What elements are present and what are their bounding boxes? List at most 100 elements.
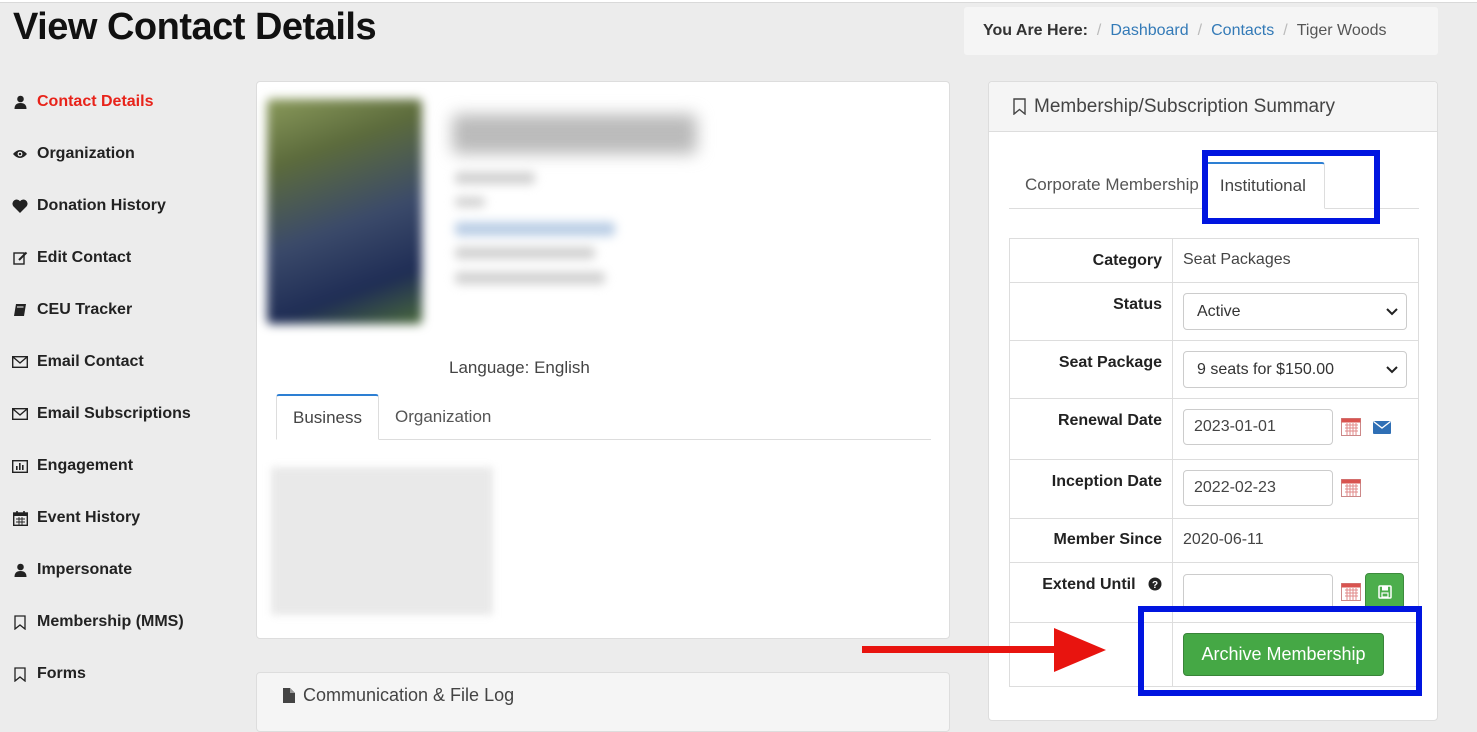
user-icon [12, 94, 28, 110]
redacted-text [455, 197, 485, 207]
sidebar-item-contact-details[interactable]: Contact Details [12, 76, 242, 128]
tab-institutional[interactable]: Institutional [1202, 162, 1325, 209]
sidebar-item-engagement[interactable]: Engagement [12, 440, 242, 492]
sidebar-item-label: Email Contact [37, 353, 144, 370]
svg-text:?: ? [1152, 580, 1158, 591]
tab-business[interactable]: Business [276, 394, 379, 440]
breadcrumb: You Are Here: / Dashboard / Contacts / T… [964, 7, 1438, 55]
redacted-text [455, 247, 595, 259]
breadcrumb-dashboard-link[interactable]: Dashboard [1110, 22, 1188, 40]
sidebar-item-impersonate[interactable]: Impersonate [12, 544, 242, 596]
sidebar-item-label: CEU Tracker [37, 301, 133, 318]
sidebar-item-label: Forms [37, 665, 86, 682]
sidebar-item-label: Donation History [37, 197, 166, 214]
redacted-email [455, 222, 615, 236]
sidebar-item-edit-contact[interactable]: Edit Contact [12, 232, 242, 284]
extend-until-cell: Extend Until ? [1009, 562, 1173, 623]
book-icon [12, 302, 28, 318]
seat-package-select[interactable]: 9 seats for $150.00 [1183, 351, 1407, 388]
sidebar-item-label: Email Subscriptions [37, 405, 191, 422]
save-button[interactable] [1365, 573, 1404, 610]
extend-until-label: Extend Until [1042, 576, 1136, 593]
category-label: Category [1009, 238, 1173, 283]
sidebar-item-label: Contact Details [37, 93, 154, 110]
seat-package-selected-value: 9 seats for $150.00 [1197, 360, 1334, 378]
category-value: Seat Packages [1172, 238, 1419, 283]
redacted-text [455, 172, 535, 184]
breadcrumb-separator: / [1096, 22, 1102, 39]
user-icon [12, 562, 28, 578]
sidebar-item-membership-mms[interactable]: Membership (MMS) [12, 596, 242, 648]
inception-date-input[interactable] [1183, 470, 1333, 506]
status-selected-value: Active [1197, 302, 1241, 320]
file-icon [283, 688, 295, 703]
sidebar-item-label: Engagement [37, 457, 134, 474]
sidebar-item-label: Membership (MMS) [37, 613, 184, 630]
bookmark-icon [12, 666, 28, 682]
breadcrumb-label: You Are Here: [983, 22, 1088, 39]
seat-package-label: Seat Package [1009, 340, 1173, 399]
tab-corporate-membership[interactable]: Corporate Membership [1009, 162, 1203, 208]
envelope-icon [12, 354, 28, 370]
sidebar-item-label: Impersonate [37, 561, 133, 578]
breadcrumb-contacts-link[interactable]: Contacts [1211, 22, 1274, 40]
summary-header: Membership/Subscription Summary [989, 82, 1437, 132]
sidebar-item-event-history[interactable]: Event History [12, 492, 242, 544]
sidebar-item-organization[interactable]: Organization [12, 128, 242, 180]
top-border [0, 0, 1477, 3]
extend-until-input[interactable] [1183, 573, 1333, 610]
contact-panel: Language: English Business Organization [256, 81, 950, 639]
redacted-text [455, 272, 605, 284]
help-icon[interactable]: ? [1148, 577, 1162, 591]
sidebar-item-ceu-tracker[interactable]: CEU Tracker [12, 284, 242, 336]
sidebar-item-label: Edit Contact [37, 249, 132, 266]
contact-photo [267, 99, 422, 324]
calendar-icon [12, 510, 28, 526]
sidebar-item-email-contact[interactable]: Email Contact [12, 336, 242, 388]
redacted-address [271, 467, 493, 615]
breadcrumb-separator: / [1197, 22, 1203, 39]
inception-date-label: Inception Date [1009, 459, 1173, 519]
membership-tabs: Corporate Membership Institutional [1009, 162, 1419, 209]
sidebar-item-forms[interactable]: Forms [12, 648, 242, 700]
bookmark-icon [1013, 98, 1026, 115]
panel-title: Communication & File Log [283, 685, 514, 706]
status-label: Status [1009, 282, 1173, 341]
archive-membership-button[interactable]: Archive Membership [1183, 633, 1384, 676]
membership-details-table: Category Seat Packages Status Active Sea… [1009, 238, 1419, 687]
envelope-icon[interactable] [1373, 420, 1391, 434]
communication-title: Communication & File Log [303, 685, 515, 705]
sidebar: Contact Details Organization Donation Hi… [12, 76, 242, 700]
calendar-icon[interactable] [1341, 418, 1361, 436]
tab-organization[interactable]: Organization [379, 394, 507, 439]
heart-icon [12, 198, 28, 214]
status-select[interactable]: Active [1183, 293, 1407, 330]
chevron-down-icon [1386, 303, 1398, 321]
sidebar-item-label: Event History [37, 509, 141, 526]
annotation-arrow-shaft [862, 646, 1062, 653]
communication-file-log-panel: Communication & File Log [256, 672, 950, 732]
eye-icon [12, 146, 28, 162]
member-since-label: Member Since [1009, 518, 1173, 563]
sidebar-item-label: Organization [37, 145, 135, 162]
calendar-icon[interactable] [1341, 479, 1361, 497]
envelope-icon [12, 406, 28, 422]
calendar-icon[interactable] [1341, 582, 1361, 601]
sidebar-item-donation-history[interactable]: Donation History [12, 180, 242, 232]
chevron-down-icon [1386, 361, 1398, 379]
member-since-value: 2020-06-11 [1172, 518, 1419, 563]
breadcrumb-current: Tiger Woods [1296, 22, 1387, 39]
renewal-date-input[interactable] [1183, 409, 1333, 445]
edit-icon [12, 250, 28, 266]
bookmark-icon [12, 614, 28, 630]
membership-summary-panel: Membership/Subscription Summary Corporat… [988, 81, 1438, 721]
annotation-arrow-head [1054, 628, 1106, 672]
floppy-disk-icon [1377, 584, 1392, 599]
summary-title: Membership/Subscription Summary [1034, 95, 1335, 117]
breadcrumb-separator: / [1283, 22, 1288, 39]
sidebar-item-email-subscriptions[interactable]: Email Subscriptions [12, 388, 242, 440]
renewal-date-label: Renewal Date [1009, 398, 1173, 460]
contact-tabs: Business Organization [276, 394, 931, 440]
page-title: View Contact Details [13, 6, 377, 48]
contact-name-redacted [452, 114, 697, 154]
